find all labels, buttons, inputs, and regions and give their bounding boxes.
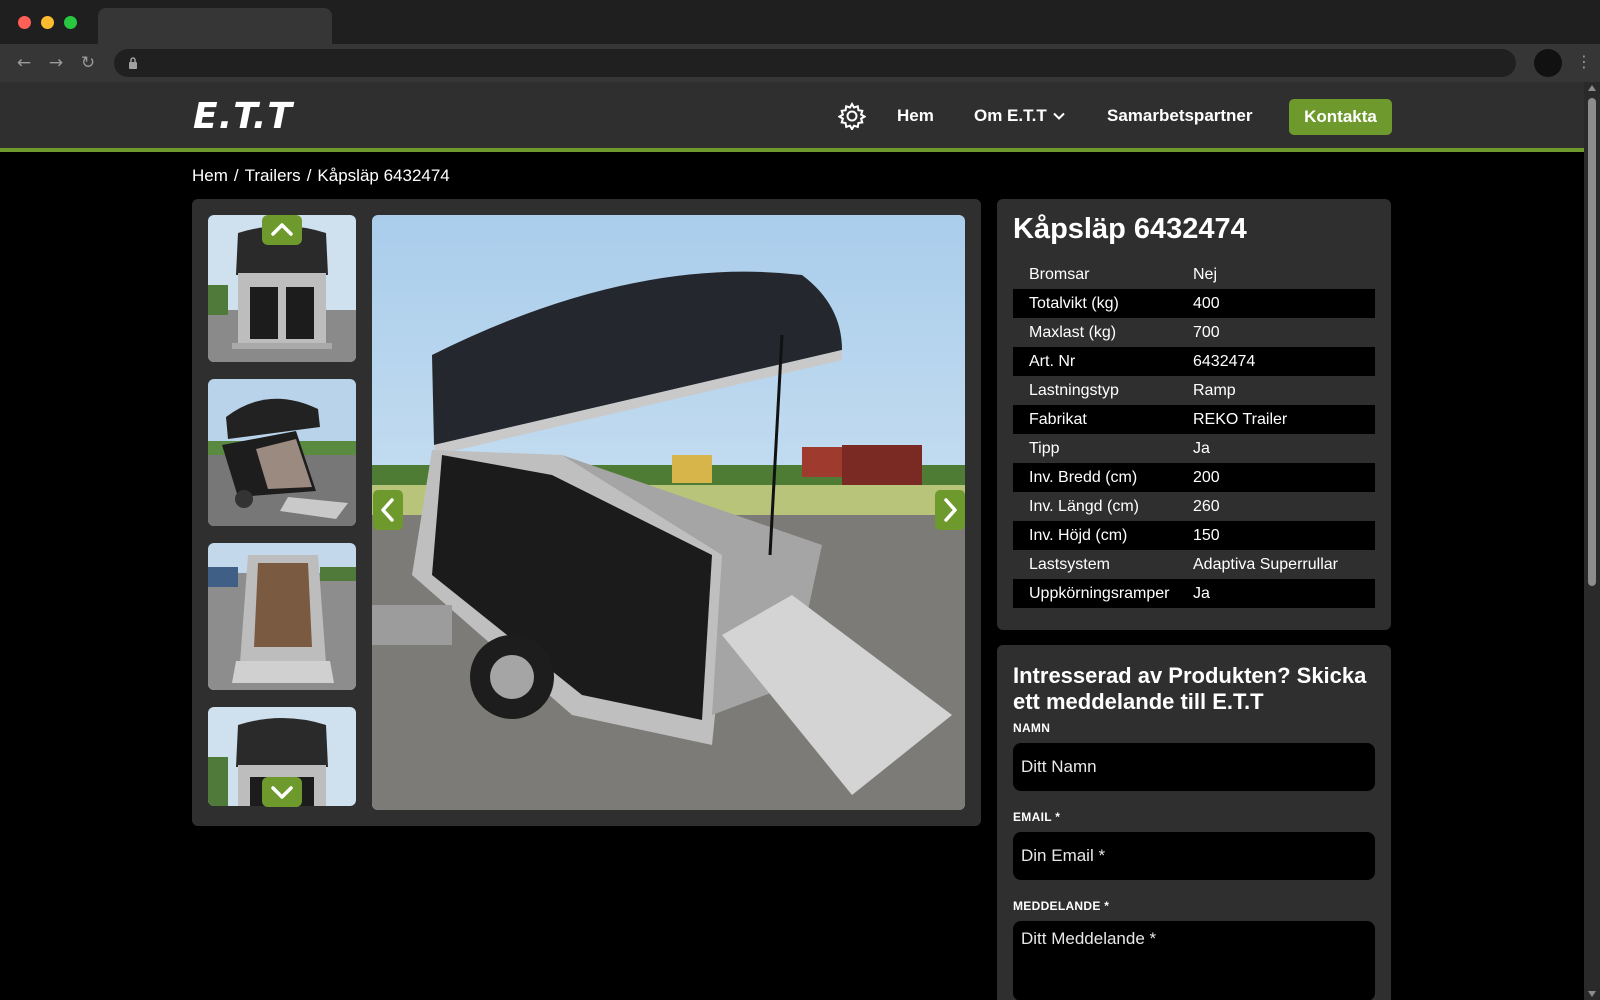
chevron-up-icon[interactable] [262,215,302,245]
spec-row: Tipp Ja [1013,434,1375,463]
spec-row: Lastningstyp Ramp [1013,376,1375,405]
browser-menu-icon[interactable]: ⋮ [1576,52,1592,72]
spec-row: Maxlast (kg) 700 [1013,318,1375,347]
spec-value: Ramp [1193,381,1236,399]
spec-label: Tipp [1029,439,1060,457]
scroll-up-icon[interactable] [1588,85,1596,91]
email-label: EMAIL * [1013,810,1061,824]
close-window-button[interactable] [18,16,31,29]
spec-value: 400 [1193,294,1220,312]
chevron-down-icon[interactable] [262,777,302,807]
spec-row: Lastsystem Adaptiva Superrullar [1013,550,1375,579]
spec-label: Inv. Längd (cm) [1029,497,1139,515]
spec-label: Lastningstyp [1029,381,1119,399]
breadcrumb-separator: / [233,166,239,185]
site-header: E.T.T Hem Om E.T.T Samarbetspartner Kont… [0,82,1584,152]
main-product-image[interactable] [372,215,965,810]
product-title: Kåpsläp 6432474 [1013,213,1247,245]
message-label: MEDDELANDE * [1013,899,1110,913]
spec-label: Bromsar [1029,265,1090,283]
spec-row: Inv. Längd (cm) 260 [1013,492,1375,521]
message-field[interactable] [1013,921,1375,1000]
gallery-thumbnail[interactable] [208,543,356,690]
breadcrumb-separator: / [306,166,312,185]
spec-row: Fabrikat REKO Trailer [1013,405,1375,434]
spec-label: Maxlast (kg) [1029,323,1117,341]
chevron-down-icon[interactable] [1052,109,1066,123]
spec-value: Ja [1193,439,1210,457]
spec-value: 150 [1193,526,1220,544]
spec-value: Nej [1193,265,1218,283]
spec-label: Inv. Höjd (cm) [1029,526,1128,544]
spec-value: REKO Trailer [1193,410,1288,428]
spec-label: Inv. Bredd (cm) [1029,468,1138,486]
breadcrumb-trailers[interactable]: Trailers [245,166,301,185]
breadcrumb-home[interactable]: Hem [192,166,228,185]
address-bar[interactable] [114,49,1516,77]
spec-value: 260 [1193,497,1220,515]
nav-partner-link[interactable]: Samarbetspartner [1107,106,1253,126]
spec-value: Adaptiva Superrullar [1193,555,1338,573]
gear-icon[interactable] [838,102,866,130]
breadcrumb: Hem / Trailers / Kåpsläp 6432474 [192,166,456,186]
spec-label: Fabrikat [1029,410,1087,428]
minimize-window-button[interactable] [41,16,54,29]
scroll-down-icon[interactable] [1588,991,1596,997]
breadcrumb-current: Kåpsläp 6432474 [317,166,450,185]
spec-row: Uppkörningsramper Ja [1013,579,1375,608]
lock-icon [129,57,137,69]
name-field[interactable] [1013,743,1375,791]
forward-arrow-icon[interactable]: → [46,53,66,73]
chevron-right-icon[interactable] [935,490,965,530]
page-viewport: E.T.T Hem Om E.T.T Samarbetspartner Kont… [0,82,1584,1000]
back-arrow-icon[interactable]: ← [14,53,34,73]
page-scrollbar[interactable] [1584,82,1600,1000]
chevron-left-icon[interactable] [373,490,403,530]
email-field[interactable] [1013,832,1375,880]
spec-row: Inv. Höjd (cm) 150 [1013,521,1375,550]
gallery-thumbnail[interactable] [208,379,356,526]
spec-label: Uppkörningsramper [1029,584,1170,602]
spec-row: Art. Nr 6432474 [1013,347,1375,376]
spec-table: Bromsar Nej Totalvikt (kg) 400 Maxlast (kg… [1013,260,1375,608]
reload-icon[interactable]: ↻ [78,53,98,73]
form-heading: Intresserad av Produkten? Skicka ett med… [1013,663,1367,714]
spec-value: 6432474 [1193,352,1256,370]
nav-home-link[interactable]: Hem [897,106,934,126]
product-specs: Kåpsläp 6432474 Bromsar Nej Totalvikt (kg… [997,199,1391,630]
spec-label: Totalvikt (kg) [1029,294,1119,312]
spec-row: Totalvikt (kg) 400 [1013,289,1375,318]
scrollbar-thumb[interactable] [1588,98,1596,586]
spec-label: Lastsystem [1029,555,1110,573]
nav-about-link[interactable]: Om E.T.T [974,106,1047,126]
contact-form: Intresserad av Produkten? Skicka ett med… [997,645,1391,1000]
profile-avatar[interactable] [1534,49,1562,77]
browser-tab[interactable] [98,8,332,44]
spec-label: Art. Nr [1029,352,1076,370]
spec-value: 700 [1193,323,1220,341]
maximize-window-button[interactable] [64,16,77,29]
site-logo[interactable]: E.T.T [193,96,293,137]
browser-toolbar: ← → ↻ ⋮ [0,44,1600,82]
spec-value: 200 [1193,468,1220,486]
product-gallery [192,199,981,826]
browser-titlebar [0,0,1600,44]
spec-row: Inv. Bredd (cm) 200 [1013,463,1375,492]
contact-button[interactable]: Kontakta [1289,99,1392,135]
spec-value: Ja [1193,584,1210,602]
spec-row: Bromsar Nej [1013,260,1375,289]
name-label: NAMN [1013,721,1051,735]
